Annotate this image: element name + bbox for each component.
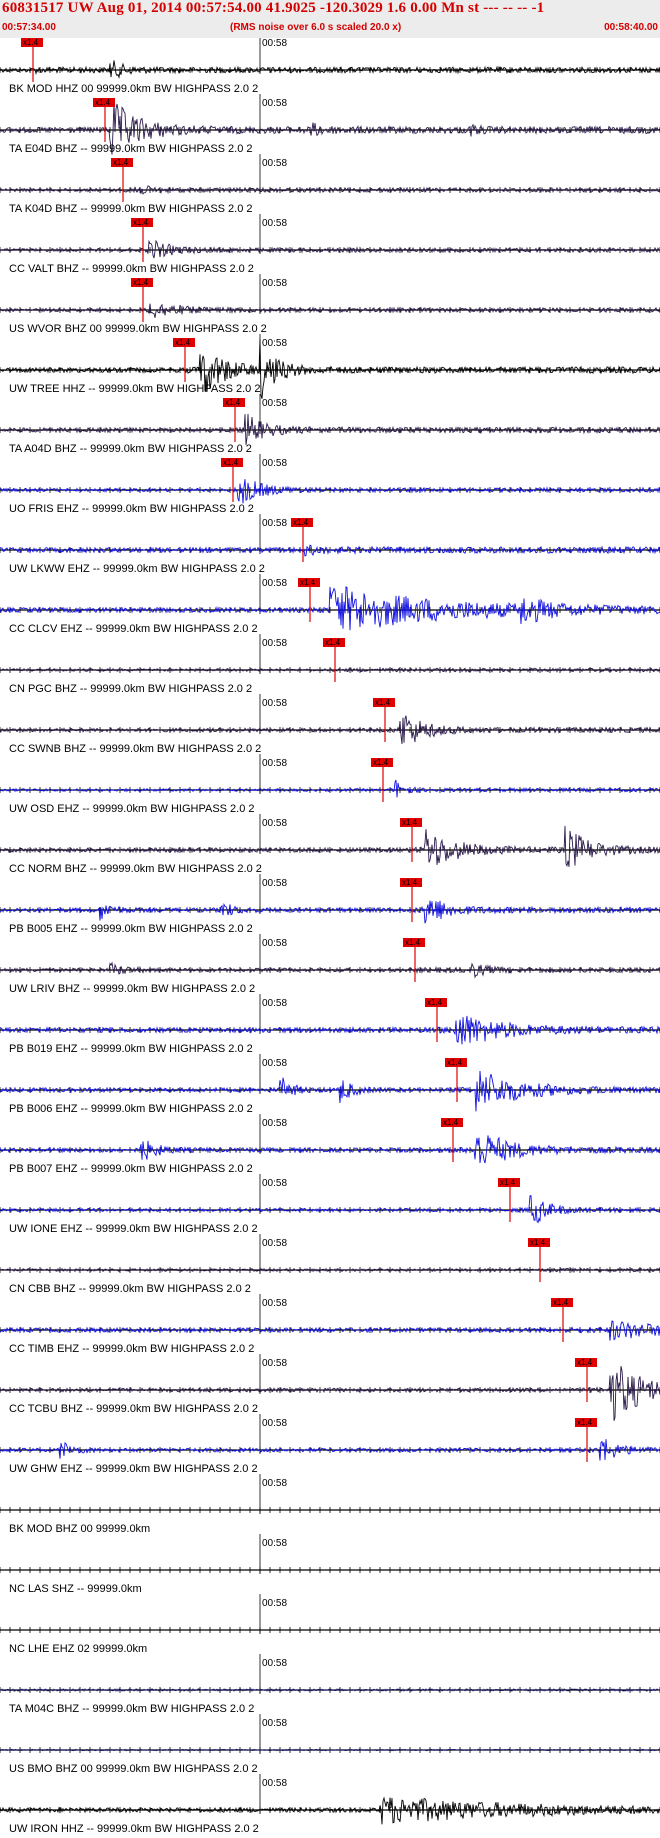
station-label: CC VALT BHZ -- 99999.0km BW HIGHPASS 2.0… — [9, 263, 254, 275]
station-label: NC LHE EHZ 02 99999.0km — [9, 1643, 147, 1655]
minute-label: 00:58 — [262, 638, 287, 649]
station-label: CC CLCV EHZ -- 99999.0km BW HIGHPASS 2.0… — [9, 623, 258, 635]
pick-label: x1.4 — [402, 818, 418, 827]
station-label: UW LKWW EHZ -- 99999.0km BW HIGHPASS 2.0… — [9, 563, 265, 575]
pick-label: x1.4 — [223, 458, 239, 467]
waveform-trace — [0, 1796, 660, 1825]
station-label: PB B006 EHZ -- 99999.0km BW HIGHPASS 2.0… — [9, 1103, 253, 1115]
minute-label: 00:58 — [262, 398, 287, 409]
station-label: CC NORM BHZ -- 99999.0km BW HIGHPASS 2.0… — [9, 863, 262, 875]
station-label: UW IRON HHZ -- 99999.0km BW HIGHPASS 2.0… — [9, 1823, 259, 1835]
pick-label: x1.4 — [553, 1298, 569, 1307]
minute-label: 00:58 — [262, 938, 287, 949]
pick-label: x1.4 — [300, 578, 316, 587]
minute-label: 00:58 — [262, 158, 287, 169]
minute-label: 00:58 — [262, 998, 287, 1009]
station-label: PB B007 EHZ -- 99999.0km BW HIGHPASS 2.0… — [9, 1163, 253, 1175]
station-label: CC TIMB EHZ -- 99999.0km BW HIGHPASS 2.0… — [9, 1343, 254, 1355]
station-label: UW TREE HHZ -- 99999.0km BW HIGHPASS 2.0… — [9, 383, 260, 395]
minute-label: 00:58 — [262, 578, 287, 589]
seismogram-plot: 00:58 x1.4 BK MOD HHZ 00 99999.0km BW HIGH… — [0, 38, 660, 1835]
station-label: UW GHW EHZ -- 99999.0km BW HIGHPASS 2.0 … — [9, 1463, 258, 1475]
minute-label: 00:58 — [262, 1538, 287, 1549]
station-label: CC SWNB BHZ -- 99999.0km BW HIGHPASS 2.0… — [9, 743, 261, 755]
minute-label: 00:58 — [262, 758, 287, 769]
station-label: CC TCBU BHZ -- 99999.0km BW HIGHPASS 2.0… — [9, 1403, 258, 1415]
waveform-trace — [0, 303, 660, 318]
pick-label: x1.4 — [325, 638, 341, 647]
station-label: TA A04D BHZ -- 99999.0km BW HIGHPASS 2.0… — [9, 443, 252, 455]
minute-label: 00:58 — [262, 698, 287, 709]
minute-label: 00:58 — [262, 458, 287, 469]
pick-label: x1.4 — [133, 218, 149, 227]
minute-label: 00:58 — [262, 1118, 287, 1129]
minute-label: 00:58 — [262, 1658, 287, 1669]
minute-label: 00:58 — [262, 338, 287, 349]
station-label: UW OSD EHZ -- 99999.0km BW HIGHPASS 2.0 … — [9, 803, 255, 815]
station-label: TA E04D BHZ -- 99999.0km BW HIGHPASS 2.0… — [9, 143, 253, 155]
pick-label: x1.4 — [225, 398, 241, 407]
station-label: CN CBB BHZ -- 99999.0km BW HIGHPASS 2.0 … — [9, 1283, 251, 1295]
station-label: UW LRIV BHZ -- 99999.0km BW HIGHPASS 2.0… — [9, 983, 255, 995]
station-label: PB B005 EHZ -- 99999.0km BW HIGHPASS 2.0… — [9, 923, 253, 935]
minute-label: 00:58 — [262, 518, 287, 529]
pick-label: x1.4 — [175, 338, 191, 347]
pick-label: x1.4 — [443, 1118, 459, 1127]
minute-label: 00:58 — [262, 38, 287, 49]
minute-label: 00:58 — [262, 1598, 287, 1609]
pick-label: x1.4 — [500, 1178, 516, 1187]
event-title: 60831517 UW Aug 01, 2014 00:57:54.00 41.… — [2, 0, 545, 16]
minute-label: 00:58 — [262, 1178, 287, 1189]
minute-label: 00:58 — [262, 278, 287, 289]
waveform-trace — [0, 825, 660, 867]
station-label: US BMO BHZ 00 99999.0km BW HIGHPASS 2.0 … — [9, 1763, 258, 1775]
minute-label: 00:58 — [262, 1358, 287, 1369]
noise-note: (RMS noise over 6.0 s scaled 20.0 x) — [230, 22, 402, 33]
station-label: UW IONE EHZ -- 99999.0km BW HIGHPASS 2.0… — [9, 1223, 258, 1235]
start-time: 00:57:34.00 — [2, 22, 56, 33]
pick-label: x1.4 — [373, 758, 389, 767]
pick-label: x1.4 — [405, 938, 421, 947]
station-label: US WVOR BHZ 00 99999.0km BW HIGHPASS 2.0… — [9, 323, 267, 335]
station-label: TA M04C BHZ -- 99999.0km BW HIGHPASS 2.0… — [9, 1703, 254, 1715]
minute-label: 00:58 — [262, 1778, 287, 1789]
minute-label: 00:58 — [262, 1478, 287, 1489]
minute-label: 00:58 — [262, 1718, 287, 1729]
pick-label: x1.4 — [447, 1058, 463, 1067]
minute-label: 00:58 — [262, 98, 287, 109]
station-label: BK MOD BHZ 00 99999.0km — [9, 1523, 150, 1535]
pick-label: x1.4 — [95, 98, 111, 107]
pick-label: x1.4 — [23, 38, 39, 47]
station-label: TA K04D BHZ -- 99999.0km BW HIGHPASS 2.0… — [9, 203, 253, 215]
pick-label: x1.4 — [375, 698, 391, 707]
pick-label: x1.4 — [133, 278, 149, 287]
minute-label: 00:58 — [262, 1418, 287, 1429]
minute-label: 00:58 — [262, 818, 287, 829]
station-label: UO FRIS EHZ -- 99999.0km BW HIGHPASS 2.0… — [9, 503, 254, 515]
pick-label: x1.4 — [577, 1358, 593, 1367]
pick-label: x1.4 — [113, 158, 129, 167]
end-time: 00:58:40.00 — [604, 22, 658, 33]
pick-label: x1.4 — [530, 1238, 546, 1247]
station-label: CN PGC BHZ -- 99999.0km BW HIGHPASS 2.0 … — [9, 683, 252, 695]
minute-label: 00:58 — [262, 218, 287, 229]
pick-label: x1.4 — [293, 518, 309, 527]
minute-label: 00:58 — [262, 1058, 287, 1069]
station-label: PB B019 EHZ -- 99999.0km BW HIGHPASS 2.0… — [9, 1043, 253, 1055]
pick-label: x1.4 — [427, 998, 443, 1007]
minute-label: 00:58 — [262, 1298, 287, 1309]
header-bar: 60831517 UW Aug 01, 2014 00:57:54.00 41.… — [0, 0, 660, 38]
minute-label: 00:58 — [262, 878, 287, 889]
station-label: NC LAS SHZ -- 99999.0km — [9, 1583, 142, 1595]
minute-label: 00:58 — [262, 1238, 287, 1249]
station-label: BK MOD HHZ 00 99999.0km BW HIGHPASS 2.0 … — [9, 83, 258, 95]
pick-label: x1.4 — [402, 878, 418, 887]
pick-label: x1.4 — [577, 1418, 593, 1427]
